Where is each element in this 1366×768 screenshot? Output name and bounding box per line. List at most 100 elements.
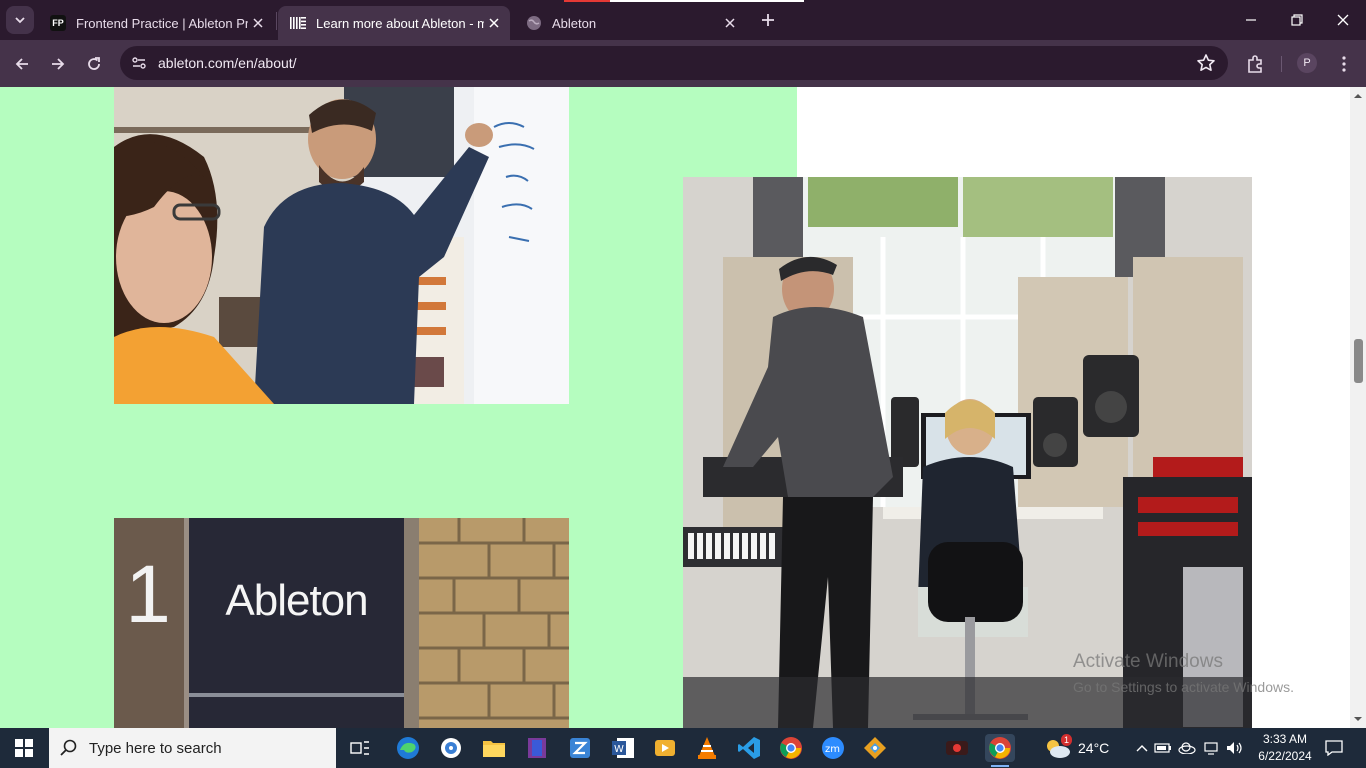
restore-icon — [1291, 14, 1303, 26]
sign-number: 1 — [125, 549, 171, 640]
reload-button[interactable] — [80, 50, 108, 78]
svg-text:zm: zm — [825, 744, 840, 755]
tab-separator — [276, 12, 277, 30]
restore-button[interactable] — [1274, 0, 1320, 40]
show-hidden-icons-chevron-icon[interactable] — [1133, 744, 1151, 752]
weather-widget[interactable]: 1 24°C — [1042, 728, 1109, 768]
minimize-icon — [1246, 19, 1256, 21]
video-editor-icon — [655, 740, 675, 756]
vlc-cone-icon — [698, 737, 716, 759]
chrome-app-active[interactable] — [985, 734, 1015, 767]
tab-recording-accent — [564, 0, 610, 2]
weather-temp: 24°C — [1078, 740, 1110, 756]
fp-favicon-icon: FP — [50, 15, 66, 31]
edge-icon — [397, 737, 419, 759]
extensions-button[interactable] — [1243, 52, 1267, 76]
tab-search-button[interactable] — [6, 6, 34, 34]
address-bar[interactable]: ableton.com/en/about/ — [120, 46, 1228, 80]
chevron-down-icon — [15, 17, 25, 24]
clock-date: 6/22/2024 — [1258, 749, 1312, 763]
video-editor-app[interactable] — [650, 734, 680, 762]
media-player-app[interactable] — [436, 734, 466, 762]
address-url: ableton.com/en/about/ — [158, 55, 297, 71]
winrar-app[interactable] — [522, 734, 552, 762]
close-icon[interactable] — [484, 13, 504, 33]
onedrive-cloud-icon[interactable] — [1175, 742, 1199, 754]
plus-icon — [762, 14, 774, 26]
battery-icon[interactable] — [1151, 742, 1175, 754]
volume-icon[interactable] — [1223, 741, 1247, 755]
zotero-app[interactable] — [565, 734, 595, 762]
clock-time: 3:33 AM — [1262, 732, 1308, 746]
tab-title: Frontend Practice | Ableton Project — [76, 15, 248, 31]
chrome-app[interactable] — [776, 734, 806, 762]
winrar-icon — [528, 738, 546, 758]
media-player-icon — [441, 738, 461, 758]
windows-logo-icon — [15, 739, 33, 757]
back-button[interactable] — [8, 50, 36, 78]
tab-strip: FP Frontend Practice | Ableton Project L… — [0, 0, 1366, 40]
start-button[interactable] — [0, 728, 48, 768]
task-view-button[interactable] — [345, 734, 375, 762]
new-tab-button[interactable] — [756, 8, 780, 32]
sign-ableton-text: Ableton — [225, 576, 368, 625]
close-window-button[interactable] — [1320, 0, 1366, 40]
git-app[interactable] — [860, 734, 890, 762]
network-icon[interactable] — [1199, 741, 1223, 755]
page-viewport: 1 Ableton Activate Windows Go to Setting… — [0, 87, 1366, 728]
notifications-button[interactable] — [1322, 736, 1346, 760]
browser-toolbar: ableton.com/en/about/ P — [0, 40, 1366, 87]
arrow-left-icon — [15, 58, 28, 70]
zotero-icon — [570, 738, 590, 758]
folder-icon — [483, 741, 505, 757]
close-icon[interactable] — [720, 13, 740, 33]
scroll-up-icon[interactable] — [1354, 92, 1362, 100]
arrow-right-icon — [52, 58, 65, 70]
notification-icon — [1325, 740, 1343, 756]
windows-taskbar: Type here to search W zm 1 24°C 3:33 AM … — [0, 728, 1366, 768]
tab-frontend-practice[interactable]: FP Frontend Practice | Ableton Project — [38, 6, 274, 40]
profile-avatar[interactable]: P — [1297, 53, 1317, 73]
close-icon — [1337, 14, 1349, 26]
search-placeholder: Type here to search — [89, 739, 222, 757]
weather-badge: 1 — [1060, 734, 1072, 746]
studio-photo — [683, 177, 1252, 728]
toolbar-divider — [1281, 56, 1282, 72]
tab-title: Ableton — [552, 15, 597, 31]
browser-menu-button[interactable] — [1332, 52, 1356, 76]
bookmark-star-icon[interactable] — [1196, 53, 1216, 73]
word-app[interactable]: W — [608, 734, 638, 762]
taskbar-clock[interactable]: 3:33 AM 6/22/2024 — [1250, 731, 1320, 765]
recording-app[interactable] — [942, 734, 972, 762]
weather-cloud-icon: 1 — [1042, 734, 1072, 760]
taskbar-search[interactable]: Type here to search — [49, 728, 336, 768]
close-icon[interactable] — [248, 13, 268, 33]
minimize-button[interactable] — [1228, 0, 1274, 40]
git-icon — [864, 737, 886, 759]
svg-text:W: W — [614, 744, 624, 755]
ableton-favicon-icon — [290, 15, 306, 31]
reload-icon — [88, 57, 100, 70]
ableton-sign-photo: 1 Ableton — [114, 518, 569, 728]
page-scrollbar[interactable] — [1350, 87, 1366, 728]
scroll-thumb[interactable] — [1354, 339, 1363, 383]
vlc-app[interactable] — [692, 734, 722, 762]
search-icon — [49, 739, 89, 757]
vscode-icon — [738, 737, 760, 759]
vscode-app[interactable] — [734, 734, 764, 762]
whiteboard-photo — [114, 87, 569, 404]
puzzle-icon — [1248, 55, 1262, 73]
forward-button[interactable] — [44, 50, 72, 78]
file-explorer-app[interactable] — [479, 734, 509, 762]
recording-icon — [946, 741, 968, 755]
tab-learn-more-ableton[interactable]: Learn more about Ableton - make music — [278, 6, 510, 40]
globe-icon — [526, 15, 542, 31]
task-view-icon — [350, 741, 369, 755]
site-info-icon[interactable] — [122, 46, 156, 80]
zoom-app[interactable]: zm — [818, 734, 848, 762]
scroll-down-icon[interactable] — [1354, 715, 1362, 723]
chrome-icon — [989, 737, 1011, 759]
tab-ableton[interactable]: Ableton — [514, 6, 746, 40]
edge-app[interactable] — [393, 734, 423, 762]
word-icon: W — [612, 738, 634, 758]
